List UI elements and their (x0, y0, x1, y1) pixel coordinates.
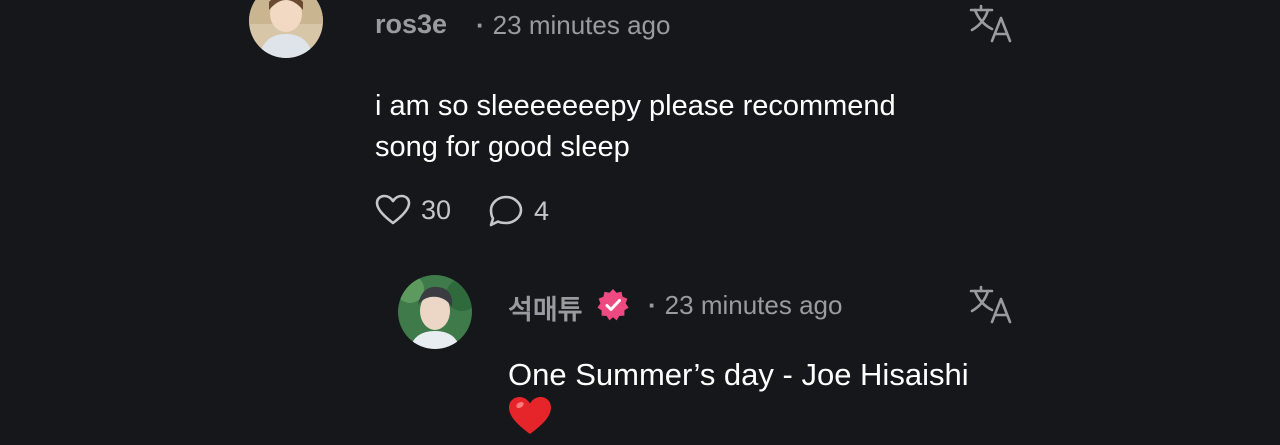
comment-body-line-1: i am so sleeeeeeepy please recommend (375, 90, 896, 122)
reply-count: 4 (534, 195, 550, 226)
like-button[interactable]: 30 (375, 194, 451, 226)
reply-body: One Summer’s day - Joe Hisaishi (508, 356, 969, 434)
verified-badge-icon (596, 288, 630, 322)
chat-bubble-icon (489, 195, 523, 227)
comment-author-avatar[interactable] (249, 0, 323, 58)
reply-body-line-1: One Summer’s day - Joe Hisaishi (508, 357, 969, 392)
like-count: 30 (421, 194, 452, 225)
translate-icon[interactable] (968, 284, 1014, 324)
translate-icon[interactable] (968, 3, 1014, 43)
comment-body-line-2: song for good sleep (375, 131, 630, 163)
reply-username[interactable]: 석매튜 (508, 288, 583, 327)
meta-separator: · (648, 290, 657, 320)
comment-timestamp: · 23 minutes ago (476, 10, 670, 41)
comment-username[interactable]: ros3e (375, 9, 447, 40)
red-heart-emoji-icon (509, 397, 551, 434)
reply-time: 23 minutes ago (664, 290, 843, 320)
meta-separator: · (476, 10, 485, 40)
heart-outline-icon (375, 194, 411, 225)
comment-time: 23 minutes ago (492, 10, 671, 40)
reply-button[interactable]: 4 (488, 194, 549, 228)
reply-emoji (508, 396, 969, 434)
reply-timestamp: · 23 minutes ago (648, 290, 842, 321)
comment-body: i am so sleeeeeeepy please recommend son… (375, 86, 896, 168)
reply-author-avatar[interactable] (398, 275, 472, 349)
